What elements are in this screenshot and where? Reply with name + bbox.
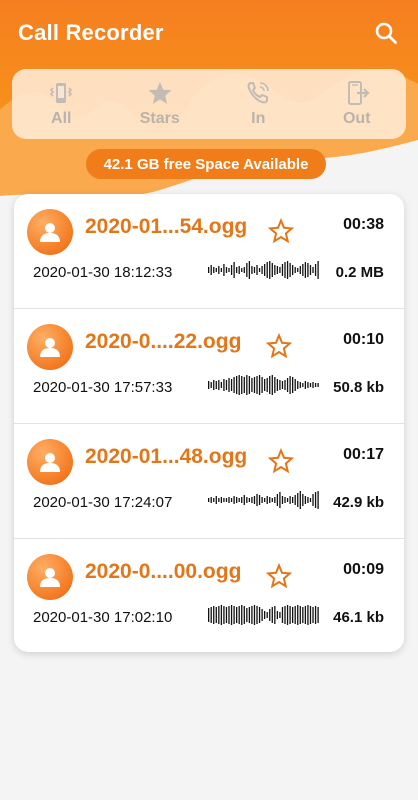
incoming-call-icon xyxy=(247,82,270,104)
star-outline-icon[interactable] xyxy=(268,448,294,474)
recordings-list: 2020-01...54.ogg 00:38 2020-01-30 18:12:… xyxy=(14,194,404,652)
avatar xyxy=(27,554,73,600)
duration: 00:17 xyxy=(343,446,384,463)
duration: 00:38 xyxy=(343,216,384,233)
app-title: Call Recorder xyxy=(18,20,164,45)
outgoing-call-icon xyxy=(347,81,370,105)
file-name: 2020-01...54.ogg xyxy=(85,215,248,238)
tab-all[interactable]: All xyxy=(16,80,106,128)
tab-label: Out xyxy=(342,110,371,127)
file-name: 2020-0....00.ogg xyxy=(85,560,242,583)
tab-out[interactable]: Out xyxy=(312,80,402,128)
star-outline-icon[interactable] xyxy=(268,218,294,244)
free-space-badge: 42.1 GB free Space Available xyxy=(86,149,326,179)
star-outline-icon[interactable] xyxy=(266,333,292,359)
file-name: 2020-01...48.ogg xyxy=(85,445,248,468)
tab-in[interactable]: In xyxy=(213,80,303,128)
recording-row[interactable]: 2020-01...48.ogg 00:17 2020-01-30 17:24:… xyxy=(14,424,404,539)
file-size: 50.8 kb xyxy=(333,379,384,396)
filter-tabs: All Stars In Out xyxy=(12,69,406,139)
star-icon xyxy=(148,82,172,104)
timestamp: 2020-01-30 18:12:33 xyxy=(33,264,173,281)
timestamp: 2020-01-30 17:02:10 xyxy=(33,609,173,626)
avatar xyxy=(27,209,73,255)
user-icon xyxy=(40,568,60,587)
duration: 00:09 xyxy=(343,561,384,578)
file-size: 46.1 kb xyxy=(333,609,384,626)
recording-row[interactable]: 2020-0....22.ogg 00:10 2020-01-30 17:57:… xyxy=(14,309,404,424)
file-size: 42.9 kb xyxy=(333,494,384,511)
waveform-icon xyxy=(208,375,319,395)
phone-vibrate-icon xyxy=(50,83,73,103)
waveform-icon xyxy=(208,605,319,625)
file-name: 2020-0....22.ogg xyxy=(85,330,242,353)
user-icon xyxy=(40,453,60,472)
timestamp: 2020-01-30 17:24:07 xyxy=(33,494,173,511)
tab-stars[interactable]: Stars xyxy=(115,80,205,128)
waveform-icon xyxy=(208,261,319,279)
user-icon xyxy=(40,223,60,242)
recording-row[interactable]: 2020-0....00.ogg 00:09 2020-01-30 17:02:… xyxy=(14,539,404,653)
star-outline-icon[interactable] xyxy=(266,563,292,589)
app-bar: Call Recorder xyxy=(0,0,418,66)
timestamp: 2020-01-30 17:57:33 xyxy=(33,379,173,396)
user-icon xyxy=(40,338,60,357)
avatar xyxy=(27,324,73,370)
avatar xyxy=(27,439,73,485)
tab-label: All xyxy=(51,110,72,127)
search-icon[interactable] xyxy=(372,19,400,47)
tab-label: In xyxy=(251,110,266,127)
waveform-icon xyxy=(208,491,319,509)
file-size: 0.2 MB xyxy=(335,264,384,281)
tab-label: Stars xyxy=(139,110,180,127)
duration: 00:10 xyxy=(343,331,384,348)
recording-row[interactable]: 2020-01...54.ogg 00:38 2020-01-30 18:12:… xyxy=(14,194,404,309)
